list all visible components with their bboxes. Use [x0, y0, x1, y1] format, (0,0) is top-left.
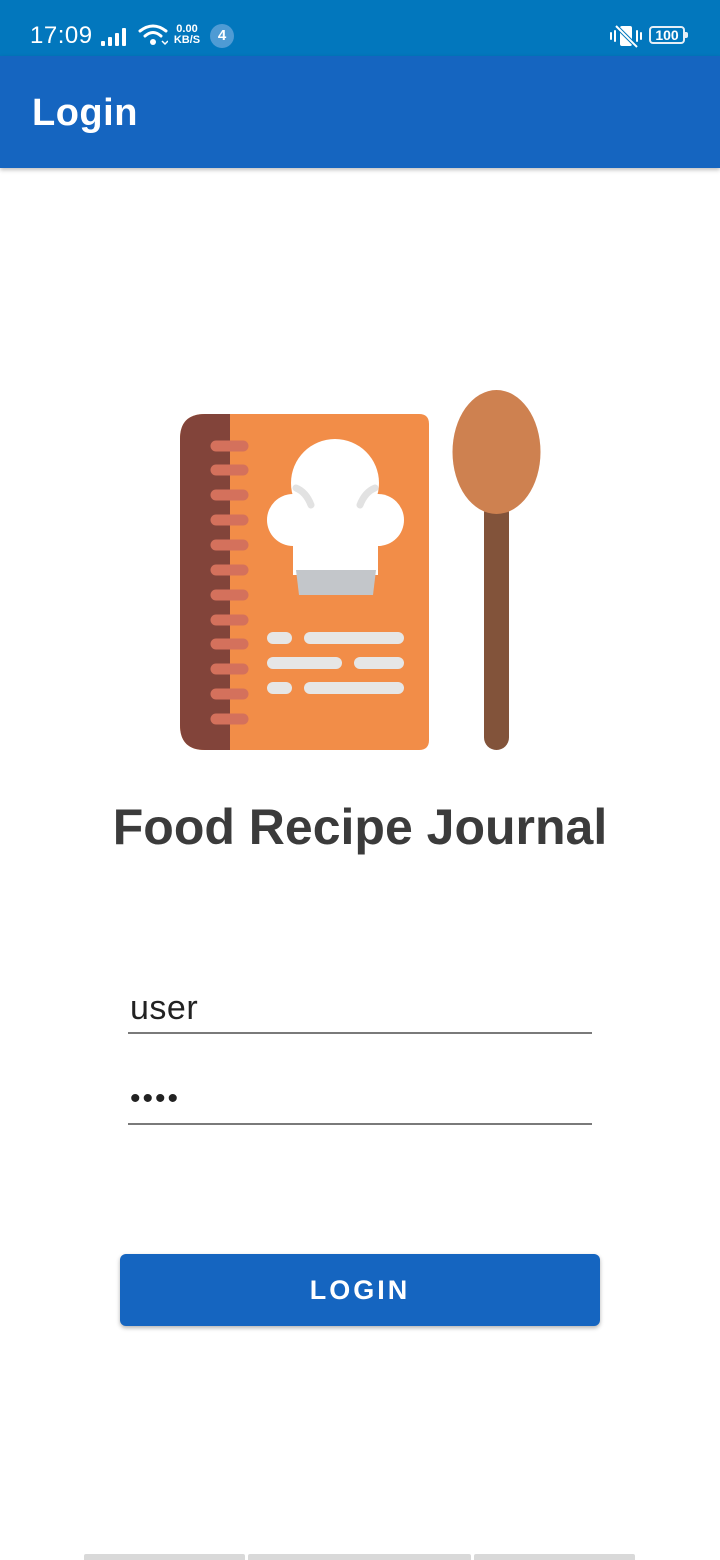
network-speed: 0.00 KB/S — [172, 24, 202, 46]
username-field[interactable] — [128, 984, 592, 1034]
notification-count-badge: 4 — [210, 24, 234, 48]
network-speed-unit: KB/S — [173, 34, 201, 46]
wifi-icon — [138, 24, 168, 46]
signal-icon — [101, 28, 126, 46]
nav-hint-right — [474, 1554, 635, 1560]
username-input[interactable] — [128, 984, 592, 1032]
recipe-book-spoon-icon — [180, 390, 541, 750]
nav-hint-left — [84, 1554, 245, 1560]
password-field[interactable] — [128, 1074, 592, 1125]
status-time: 17:09 — [30, 22, 93, 49]
app-bar-title: Login — [32, 92, 138, 134]
vibrate-off-icon — [610, 24, 642, 48]
battery-icon: 100 — [649, 26, 688, 44]
app-bar: Login — [0, 56, 720, 168]
password-input[interactable] — [128, 1074, 592, 1123]
login-button[interactable]: LOGIN — [120, 1254, 600, 1326]
status-bar: 17:09 0.00 KB/S 4 100 — [0, 0, 720, 56]
nav-hint-center — [248, 1554, 471, 1560]
app-name: Food Recipe Journal — [112, 799, 608, 855]
